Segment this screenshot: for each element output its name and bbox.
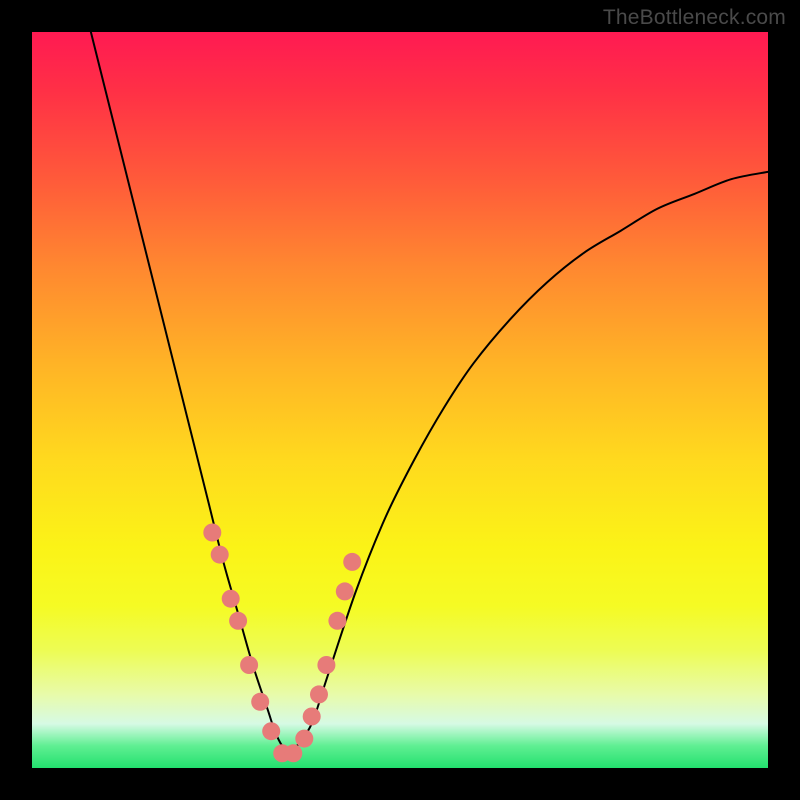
highlight-point	[303, 708, 321, 726]
highlight-point	[336, 582, 354, 600]
highlight-point	[251, 693, 269, 711]
highlight-point	[240, 656, 258, 674]
chart-frame: TheBottleneck.com	[0, 0, 800, 800]
plot-area	[32, 32, 768, 768]
watermark-text: TheBottleneck.com	[603, 6, 786, 30]
highlight-point	[203, 524, 221, 542]
bottleneck-curve	[91, 32, 768, 753]
highlight-point	[262, 722, 280, 740]
highlight-point	[317, 656, 335, 674]
highlight-point	[284, 744, 302, 762]
highlight-point	[229, 612, 247, 630]
highlight-point	[328, 612, 346, 630]
curve-svg	[32, 32, 768, 768]
highlight-point	[295, 730, 313, 748]
highlight-point	[343, 553, 361, 571]
highlight-point	[211, 546, 229, 564]
highlight-point	[310, 685, 328, 703]
highlight-point	[222, 590, 240, 608]
